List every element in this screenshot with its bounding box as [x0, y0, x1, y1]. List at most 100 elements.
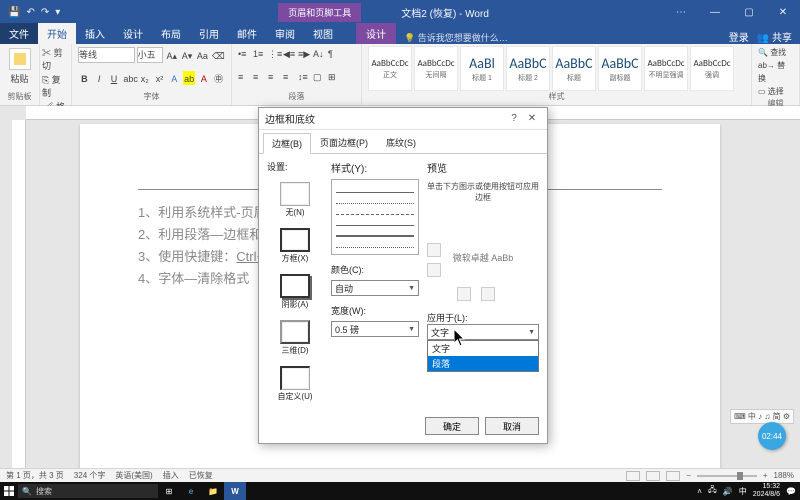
read-mode-icon[interactable]: [626, 471, 640, 481]
tab-design[interactable]: 设计: [114, 23, 152, 44]
undo-icon[interactable]: ↶: [26, 7, 34, 18]
preview-box[interactable]: 微软卓越 AaBb: [427, 213, 539, 301]
select-button[interactable]: ▭ 选择: [758, 85, 793, 98]
close-icon[interactable]: ✕: [766, 7, 800, 18]
tray-chevron-icon[interactable]: ˄: [697, 487, 702, 496]
decrease-indent-icon[interactable]: ◀≡: [283, 49, 295, 61]
preview-bottom-button[interactable]: [427, 263, 441, 277]
style-emphasis[interactable]: AaBbCcDc强调: [690, 46, 734, 91]
recovered-indicator[interactable]: 已恢复: [189, 470, 213, 481]
start-button[interactable]: [0, 482, 18, 500]
setting-box[interactable]: 方框(X): [267, 225, 323, 267]
sort-icon[interactable]: A↓: [313, 49, 325, 61]
bold-icon[interactable]: B: [78, 71, 91, 85]
highlight-icon[interactable]: ab: [183, 71, 196, 85]
tell-me-search[interactable]: 💡 告诉我您想要做什么…: [404, 31, 508, 44]
align-center-icon[interactable]: ≡: [253, 72, 265, 84]
style-subtle[interactable]: AaBbCcDc不明显强调: [644, 46, 688, 91]
copy-button[interactable]: ⎘ 复制: [42, 73, 69, 99]
tab-home[interactable]: 开始: [38, 23, 76, 44]
grow-font-icon[interactable]: A▴: [165, 48, 178, 62]
dialog-help-icon[interactable]: ?: [505, 113, 523, 124]
color-combo[interactable]: 自动▼: [331, 280, 419, 296]
font-color-icon[interactable]: A: [197, 71, 210, 85]
network-icon[interactable]: 🖧: [708, 484, 717, 498]
minimize-icon[interactable]: —: [698, 7, 732, 18]
font-name-combo[interactable]: 等线: [78, 47, 135, 63]
maximize-icon[interactable]: ▢: [732, 7, 766, 18]
font-size-combo[interactable]: 小五: [137, 47, 163, 63]
增加-indent-icon[interactable]: ≡▶: [298, 49, 310, 61]
shading-icon[interactable]: ▢: [313, 72, 325, 84]
borders-icon[interactable]: ⊞: [328, 72, 340, 84]
zoom-level[interactable]: 188%: [774, 471, 794, 480]
edge-icon[interactable]: e: [180, 482, 202, 500]
style-heading2[interactable]: AaBbC标题 2: [506, 46, 550, 91]
ime-indicator[interactable]: 中: [739, 486, 747, 497]
align-left-icon[interactable]: ≡: [238, 72, 250, 84]
line-spacing-icon[interactable]: ↕≡: [298, 72, 310, 84]
style-heading1[interactable]: AaBl标题 1: [460, 46, 504, 91]
preview-right-button[interactable]: [481, 287, 495, 301]
justify-icon[interactable]: ≡: [283, 72, 295, 84]
tab-insert[interactable]: 插入: [76, 23, 114, 44]
dialog-tab-border[interactable]: 边框(B): [263, 133, 311, 154]
preview-top-button[interactable]: [427, 243, 441, 257]
style-title[interactable]: AaBbC标题: [552, 46, 596, 91]
apply-option-paragraph[interactable]: 段落: [428, 356, 538, 371]
zoom-in-icon[interactable]: +: [763, 471, 768, 480]
apply-to-combo[interactable]: 文字▼: [427, 324, 539, 340]
setting-custom[interactable]: 自定义(U): [267, 363, 323, 405]
vertical-ruler[interactable]: [12, 120, 26, 468]
phonetic-icon[interactable]: ㊥: [212, 71, 225, 85]
timer-badge[interactable]: 02:44: [758, 422, 786, 450]
redo-icon[interactable]: ↷: [41, 7, 49, 18]
shrink-font-icon[interactable]: A▾: [180, 48, 193, 62]
border-style-list[interactable]: [331, 179, 419, 255]
taskbar-search[interactable]: 🔍 搜索: [18, 484, 158, 498]
styles-gallery[interactable]: AaBbCcDc正文 AaBbCcDc无间隔 AaBl标题 1 AaBbC标题 …: [368, 46, 745, 91]
dialog-tab-shading[interactable]: 底纹(S): [377, 132, 425, 153]
explorer-icon[interactable]: 📁: [202, 482, 224, 500]
strikethrough-icon[interactable]: abc: [122, 71, 136, 85]
task-view-icon[interactable]: ⊞: [158, 482, 180, 500]
page-count[interactable]: 第 1 页，共 3 页: [6, 470, 64, 481]
subscript-icon[interactable]: x₂: [138, 71, 151, 85]
ribbon-options-icon[interactable]: ⋯: [664, 7, 698, 18]
ok-button[interactable]: 确定: [425, 417, 479, 435]
setting-3d[interactable]: 三维(D): [267, 317, 323, 359]
tab-context-design[interactable]: 设计: [356, 23, 396, 44]
web-layout-icon[interactable]: [666, 471, 680, 481]
multilevel-icon[interactable]: ⋮≡: [268, 49, 280, 61]
replace-button[interactable]: ab→ 替换: [758, 59, 793, 85]
word-count[interactable]: 324 个字: [74, 470, 106, 481]
tab-file[interactable]: 文件: [0, 23, 38, 44]
zoom-slider[interactable]: [697, 475, 757, 477]
italic-icon[interactable]: I: [93, 71, 106, 85]
taskbar-clock[interactable]: 15:32 2024/8/6: [753, 483, 780, 499]
cut-button[interactable]: ✂ 剪切: [42, 46, 69, 72]
setting-none[interactable]: 无(N): [267, 179, 323, 221]
numbering-icon[interactable]: 1≡: [253, 49, 265, 61]
find-button[interactable]: 🔍 查找: [758, 46, 793, 59]
change-case-icon[interactable]: Aa: [196, 48, 209, 62]
share-button[interactable]: 👥 共享: [757, 29, 792, 44]
paste-button[interactable]: 粘贴: [6, 46, 33, 85]
tab-review[interactable]: 审阅: [266, 23, 304, 44]
clear-format-icon[interactable]: ⌫: [211, 48, 225, 62]
save-icon[interactable]: 💾: [8, 7, 20, 18]
word-taskbar-icon[interactable]: W: [224, 482, 246, 500]
show-marks-icon[interactable]: ¶: [328, 49, 340, 61]
style-subtitle[interactable]: AaBbC副标题: [598, 46, 642, 91]
underline-icon[interactable]: U: [108, 71, 121, 85]
tab-references[interactable]: 引用: [190, 23, 228, 44]
superscript-icon[interactable]: x²: [153, 71, 166, 85]
insert-mode[interactable]: 插入: [163, 470, 179, 481]
width-combo[interactable]: 0.5 磅▼: [331, 321, 419, 337]
print-layout-icon[interactable]: [646, 471, 660, 481]
dialog-tab-page-border[interactable]: 页面边框(P): [311, 132, 377, 153]
apply-option-text[interactable]: 文字: [428, 341, 538, 356]
style-normal[interactable]: AaBbCcDc正文: [368, 46, 412, 91]
language-indicator[interactable]: 英语(美国): [115, 470, 152, 481]
text-effect-icon[interactable]: A: [168, 71, 181, 85]
